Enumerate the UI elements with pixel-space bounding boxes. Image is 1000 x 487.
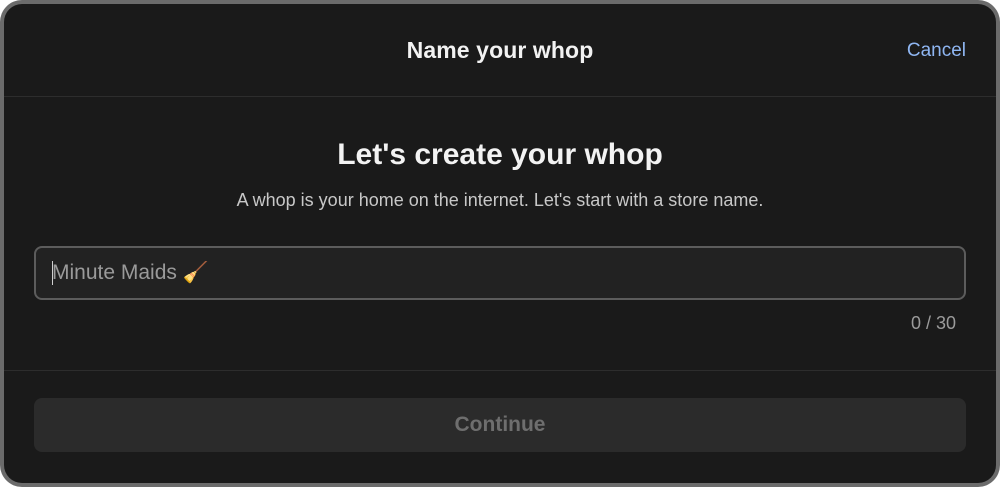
window-frame: Name your whop Cancel Let's create your … — [0, 0, 1000, 487]
store-name-field[interactable] — [34, 246, 966, 300]
modal-header: Name your whop Cancel — [4, 4, 996, 97]
footer-divider — [4, 370, 996, 371]
character-counter: 0 / 30 — [910, 313, 956, 333]
name-whop-modal: Name your whop Cancel Let's create your … — [4, 4, 996, 483]
page-heading: Let's create your whop — [337, 138, 663, 171]
page-subtitle: A whop is your home on the internet. Let… — [236, 190, 764, 210]
store-name-input[interactable] — [36, 248, 964, 298]
modal-title: Name your whop — [406, 37, 594, 63]
text-caret — [52, 261, 53, 285]
cancel-button[interactable]: Cancel — [907, 40, 966, 62]
continue-button[interactable]: Continue — [34, 398, 966, 452]
